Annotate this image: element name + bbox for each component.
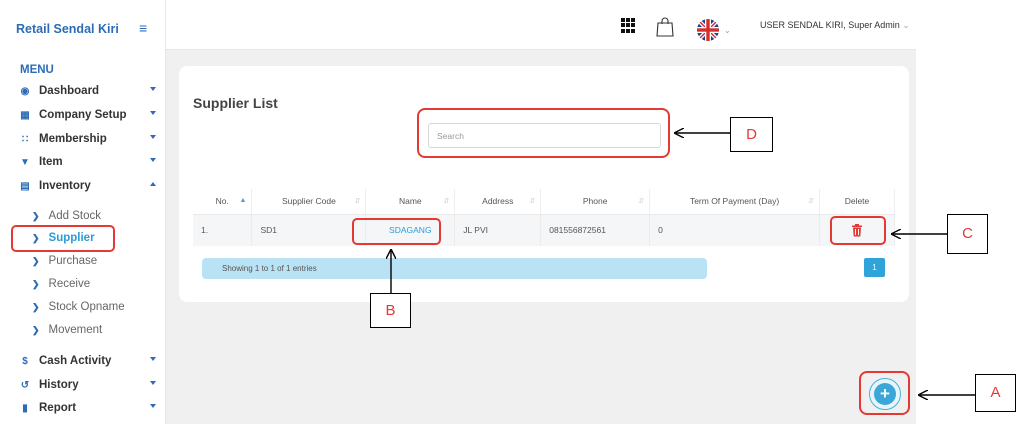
pagination-page-1[interactable]: 1	[864, 258, 885, 277]
trash-icon[interactable]	[851, 224, 863, 237]
sort-icon: ⇵	[808, 198, 814, 205]
sidebar-item-label: Inventory	[39, 180, 91, 192]
cell-phone: 081556872561	[540, 214, 651, 246]
column-header-address[interactable]: Address ⇵	[454, 189, 542, 215]
sidebar-item-report[interactable]: ▮ Report	[18, 398, 160, 418]
sidebar-item-label: Report	[39, 402, 77, 414]
user-caret-icon: ⌄	[902, 20, 910, 30]
menu-heading: MENU	[20, 64, 54, 76]
sidebar-subitem-add-stock[interactable]: ❯ Add Stock	[32, 207, 101, 225]
sidebar-item-label: Item	[39, 156, 63, 168]
subitem-label: Receive	[48, 278, 91, 290]
chevron-down-icon	[150, 357, 156, 361]
callout-d: D	[730, 117, 773, 152]
callout-a: A	[975, 374, 1016, 412]
sidebar-item-cash-activity[interactable]: $ Cash Activity	[18, 351, 160, 371]
column-header-name[interactable]: Name ⇵	[365, 189, 456, 215]
chevron-right-icon: ❯	[32, 255, 40, 266]
table-info: Showing 1 to 1 of 1 entries	[202, 258, 707, 279]
cart-icon: ▼	[20, 156, 30, 168]
dollar-icon: $	[22, 355, 28, 367]
sort-icon: ⇵	[529, 198, 536, 205]
inventory-icon: ▤	[20, 180, 30, 192]
shopping-bag-icon[interactable]	[655, 16, 675, 38]
sort-icon: ⇵	[638, 198, 645, 205]
language-caret-icon[interactable]: ⌄	[724, 26, 731, 35]
users-icon: ∷	[21, 133, 29, 145]
page-title: Supplier List	[193, 95, 278, 111]
chevron-down-icon	[150, 135, 156, 139]
chevron-down-icon	[150, 158, 156, 162]
column-header-supplier-code[interactable]: Supplier Code ⇵	[251, 189, 367, 215]
chevron-right-icon: ❯	[32, 210, 40, 221]
uk-flag-icon[interactable]	[697, 19, 719, 41]
column-header-no[interactable]: No. ▲	[193, 189, 253, 215]
chevron-right-icon: ❯	[32, 324, 40, 335]
sidebar-item-label: Cash Activity	[39, 355, 112, 367]
apps-grid-icon[interactable]	[621, 18, 636, 33]
supplier-menu-highlight	[11, 225, 115, 252]
chevron-right-icon: ❯	[32, 301, 40, 312]
report-icon: ▮	[22, 402, 28, 414]
subitem-label: Stock Opname	[48, 301, 125, 313]
sidebar-item-label: Membership	[39, 133, 107, 145]
add-supplier-button[interactable]: +	[869, 378, 901, 410]
sidebar-item-item[interactable]: ▼ Item	[18, 152, 160, 172]
sort-icon: ⇵	[443, 198, 450, 205]
app-container: Retail Sendal Kiri ≡ MENU ◉ Dashboard ▦ …	[0, 0, 916, 424]
cell-term: 0	[649, 214, 820, 246]
sidebar-item-membership[interactable]: ∷ Membership	[18, 129, 160, 149]
chevron-down-icon	[150, 404, 156, 408]
sort-asc-icon: ▲	[239, 197, 247, 204]
subitem-label: Movement	[48, 324, 103, 336]
chevron-down-icon	[150, 87, 156, 91]
search-input[interactable]	[428, 123, 661, 148]
column-header-term-of-payment[interactable]: Term Of Payment (Day) ⇵	[649, 189, 820, 215]
sidebar: Retail Sendal Kiri ≡ MENU ◉ Dashboard ▦ …	[0, 0, 166, 424]
sidebar-subitem-stock-opname[interactable]: ❯ Stock Opname	[32, 298, 125, 316]
column-header-phone[interactable]: Phone ⇵	[540, 189, 651, 215]
sidebar-item-history[interactable]: ↺ History	[18, 375, 160, 395]
brand-title: Retail Sendal Kiri	[16, 22, 119, 36]
sidebar-item-label: Dashboard	[39, 85, 100, 97]
user-name: USER SENDAL KIRI, Super Admin	[760, 20, 900, 30]
sidebar-subitem-movement[interactable]: ❯ Movement	[32, 321, 102, 339]
cell-no: 1.	[193, 214, 253, 246]
sidebar-item-inventory[interactable]: ▤ Inventory	[18, 176, 160, 196]
chevron-down-icon	[150, 381, 156, 385]
history-icon: ↺	[20, 379, 30, 391]
sidebar-item-label: Company Setup	[39, 109, 127, 121]
sidebar-item-label: History	[39, 379, 79, 391]
plus-icon: +	[874, 383, 896, 405]
supplier-table: No. ▲ Supplier Code ⇵ Name ⇵ Address ⇵ Phone…	[193, 189, 895, 246]
sidebar-subitem-receive[interactable]: ❯ Receive	[32, 275, 90, 293]
callout-b: B	[370, 293, 411, 328]
table-row: 1. SD1 SDAGANG JL PVI 081556872561 0	[193, 214, 895, 246]
sidebar-item-company-setup[interactable]: ▦ Company Setup	[18, 105, 160, 125]
subitem-label: Purchase	[48, 255, 98, 267]
chevron-up-icon	[150, 182, 156, 186]
name-highlight	[352, 218, 441, 245]
dashboard-icon: ◉	[20, 85, 30, 97]
sidebar-subitem-purchase[interactable]: ❯ Purchase	[32, 252, 97, 270]
hamburger-menu-icon[interactable]: ≡	[139, 20, 147, 36]
building-icon: ▦	[20, 109, 30, 121]
callout-c: C	[947, 214, 988, 254]
chevron-right-icon: ❯	[32, 278, 40, 289]
subitem-label: Add Stock	[48, 210, 101, 222]
sort-icon: ⇵	[354, 198, 361, 205]
column-header-delete: Delete	[819, 189, 895, 215]
cell-address: JL PVI	[454, 214, 542, 246]
user-menu[interactable]: USER SENDAL KIRI, Super Admin ⌄	[760, 20, 910, 31]
sidebar-item-dashboard[interactable]: ◉ Dashboard	[18, 81, 160, 101]
chevron-down-icon	[150, 111, 156, 115]
cell-supplier-code: SD1	[251, 214, 367, 246]
